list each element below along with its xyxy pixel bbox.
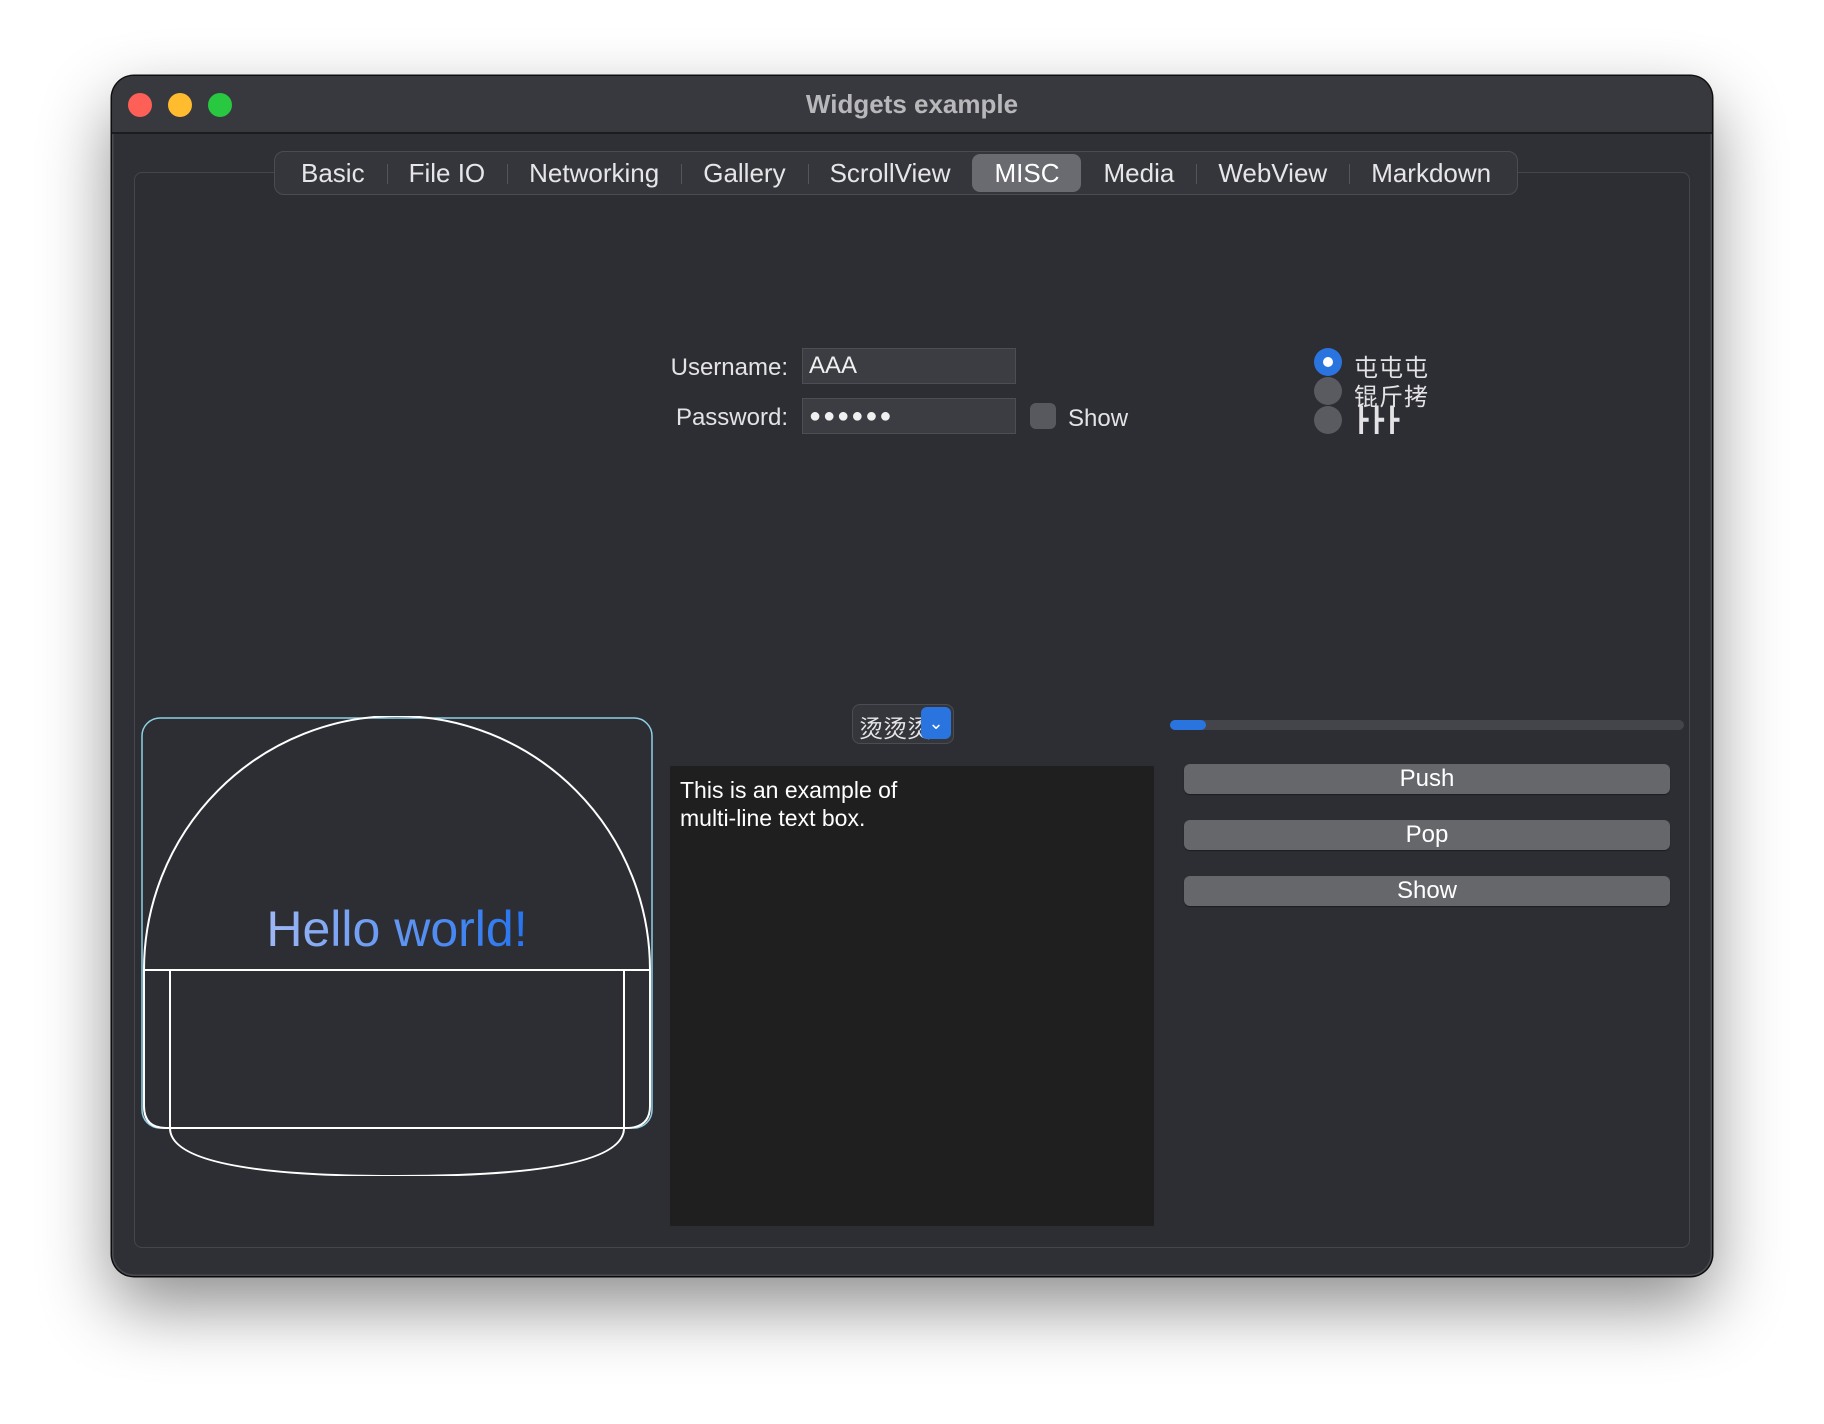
app-window: Widgets example Basic File IO Networking… [112, 76, 1712, 1276]
tab-basic[interactable]: Basic [279, 154, 387, 192]
radio-option-2[interactable] [1314, 377, 1342, 405]
password-field[interactable]: ●●●●●● [802, 398, 1016, 434]
radio-option-3-label: ┣┣┣ [1354, 406, 1401, 434]
progress-bar [1170, 720, 1684, 730]
hello-world-text: Hello world! [266, 901, 527, 957]
window-title: Widgets example [805, 89, 1019, 119]
pop-button[interactable]: Pop [1184, 820, 1670, 850]
hello-text-part2: orld! [430, 901, 527, 957]
show-button[interactable]: Show [1184, 876, 1670, 906]
multiline-text-box[interactable]: This is an example of multi-line text bo… [670, 766, 1154, 1226]
radio-option-1[interactable] [1314, 348, 1342, 376]
username-label: Username: [670, 354, 788, 381]
tab-media[interactable]: Media [1081, 154, 1196, 192]
bottom-frame [143, 970, 651, 1129]
tab-scrollview[interactable]: ScrollView [807, 154, 973, 192]
password-label: Password: [675, 404, 788, 431]
tab-webview[interactable]: WebView [1196, 154, 1349, 192]
tab-markdown[interactable]: Markdown [1349, 154, 1513, 192]
tab-bar: Basic File IO Networking Gallery ScrollV… [274, 151, 1519, 195]
progress-bar-fill [1170, 720, 1206, 730]
tab-file-io[interactable]: File IO [386, 154, 508, 192]
tab-misc[interactable]: MISC [972, 154, 1082, 192]
chevron-down-icon[interactable]: ⌄ [921, 707, 951, 739]
tab-networking[interactable]: Networking [507, 154, 681, 192]
username-field[interactable]: AAA [802, 348, 1016, 384]
combo-box[interactable]: 烫烫烫 ⌄ [852, 704, 954, 744]
title-bar[interactable]: Widgets example [112, 76, 1712, 134]
show-password-label: Show [1068, 405, 1129, 432]
tab-gallery[interactable]: Gallery [681, 154, 807, 192]
push-button[interactable]: Push [1184, 764, 1670, 794]
drawing-canvas: Hello world! [141, 716, 653, 1176]
hello-text-part1: Hello w [266, 901, 431, 957]
radio-option-3[interactable] [1314, 406, 1342, 434]
bowl-curve [169, 1127, 625, 1176]
show-password-checkbox[interactable] [1030, 403, 1056, 429]
